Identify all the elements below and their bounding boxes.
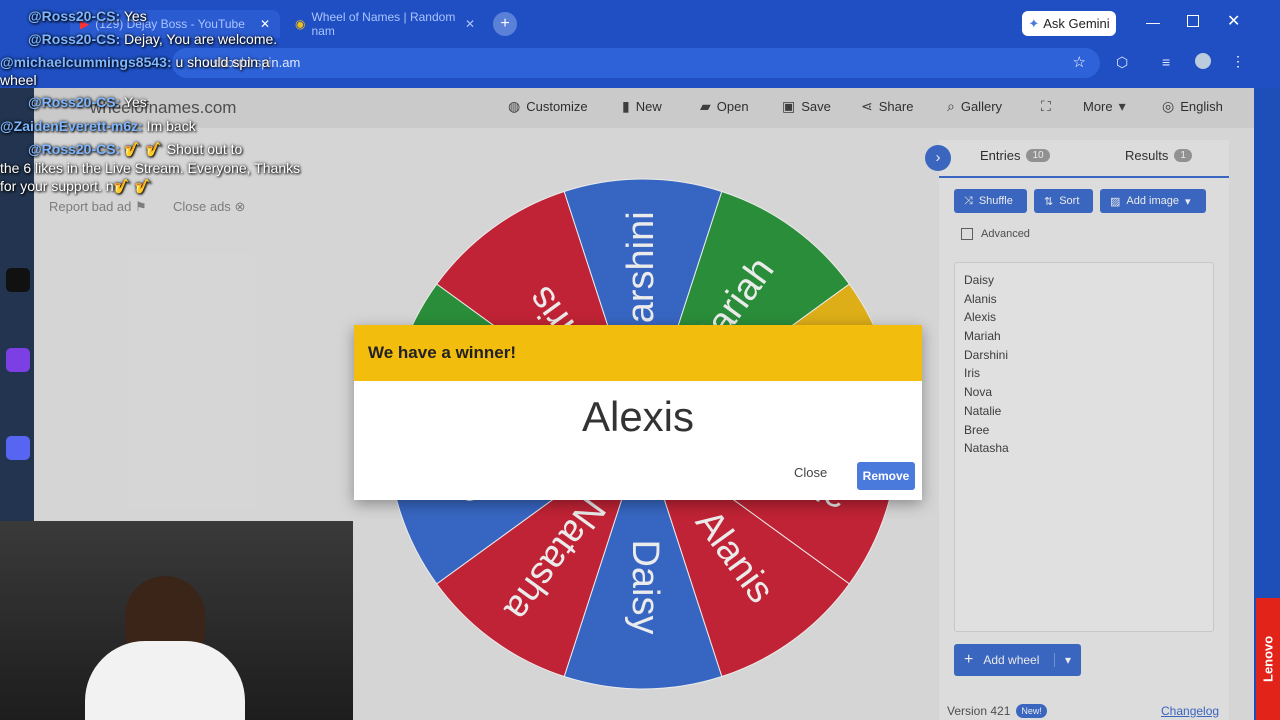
- chat-text: wheel: [0, 72, 37, 88]
- chat-text: 🎷 🎷 Shout out to: [120, 141, 243, 157]
- winner-dialog: We have a winner! Alexis Close Remove: [354, 325, 922, 500]
- remove-button[interactable]: Remove: [857, 462, 915, 490]
- chat-message: @Ross20-CS: Dejay, You are welcome.: [28, 30, 277, 48]
- anydesk-icon[interactable]: [6, 348, 30, 372]
- chat-text: Yes: [120, 8, 147, 24]
- chat-text: for your support. n🎷 🎷: [0, 178, 153, 194]
- profile-avatar[interactable]: [1195, 53, 1211, 69]
- chat-message: @Ross20-CS: Yes: [28, 93, 147, 111]
- new-tab-button[interactable]: +: [493, 12, 517, 36]
- chat-message: for your support. n🎷 🎷: [0, 177, 152, 195]
- chat-user: @Ross20-CS:: [28, 8, 121, 24]
- winner-name: Alexis: [581, 393, 695, 440]
- chat-user: @ZaidenEverett-m6z:: [0, 118, 143, 134]
- chat-user: @Ross20-CS:: [28, 31, 121, 47]
- dialog-title: We have a winner!: [354, 325, 922, 381]
- maximize-icon[interactable]: [1187, 15, 1199, 27]
- tab-close-icon[interactable]: ✕: [465, 17, 475, 31]
- close-window-icon[interactable]: ✕: [1227, 11, 1240, 31]
- lenovo-logo: Lenovo: [1256, 598, 1280, 720]
- chat-message: @Ross20-CS: 🎷 🎷 Shout out to: [28, 140, 242, 158]
- chat-user: @michaelcummings8543:: [0, 54, 172, 70]
- chat-message: the 6 likes in the Live Stream. Everyone…: [0, 159, 300, 177]
- chat-text: Dejay, You are welcome.: [120, 31, 278, 47]
- chat-message: wheel: [0, 71, 37, 89]
- chat-message: @michaelcummings8543: u should spin a: [0, 53, 270, 71]
- chat-text: the 6 likes in the Live Stream. Everyone…: [0, 160, 301, 176]
- chat-text: u should spin a: [171, 54, 270, 70]
- media-icon[interactable]: ≡: [1162, 54, 1170, 70]
- chat-user: @Ross20-CS:: [28, 141, 121, 157]
- webcam-feed: [0, 521, 353, 720]
- chat-user: @Ross20-CS:: [28, 94, 121, 110]
- streamer-shirt: [85, 641, 245, 720]
- chat-message: @Ross20-CS: Yes: [28, 7, 147, 25]
- discord-icon[interactable]: [6, 436, 30, 460]
- ask-gemini-button[interactable]: ✦ Ask Gemini: [1022, 11, 1116, 36]
- chat-text: Im back: [142, 118, 196, 134]
- chat-message: @ZaidenEverett-m6z: Im back: [0, 117, 196, 135]
- browser-menu-icon[interactable]: ⋮: [1231, 53, 1245, 70]
- chat-text: Yes: [120, 94, 147, 110]
- close-button[interactable]: Close: [794, 465, 827, 480]
- gemini-sparkle-icon: ✦: [1028, 15, 1040, 31]
- extensions-icon[interactable]: ⬡: [1116, 54, 1128, 71]
- minimize-icon[interactable]: —: [1146, 14, 1160, 30]
- ask-gemini-label: Ask Gemini: [1043, 16, 1110, 31]
- tiktok-studio-icon[interactable]: [6, 268, 30, 292]
- bookmark-star-icon[interactable]: ☆: [1073, 53, 1086, 71]
- chat-overlay: @Ross20-CS: Yes @Ross20-CS: Dejay, You a…: [0, 0, 340, 200]
